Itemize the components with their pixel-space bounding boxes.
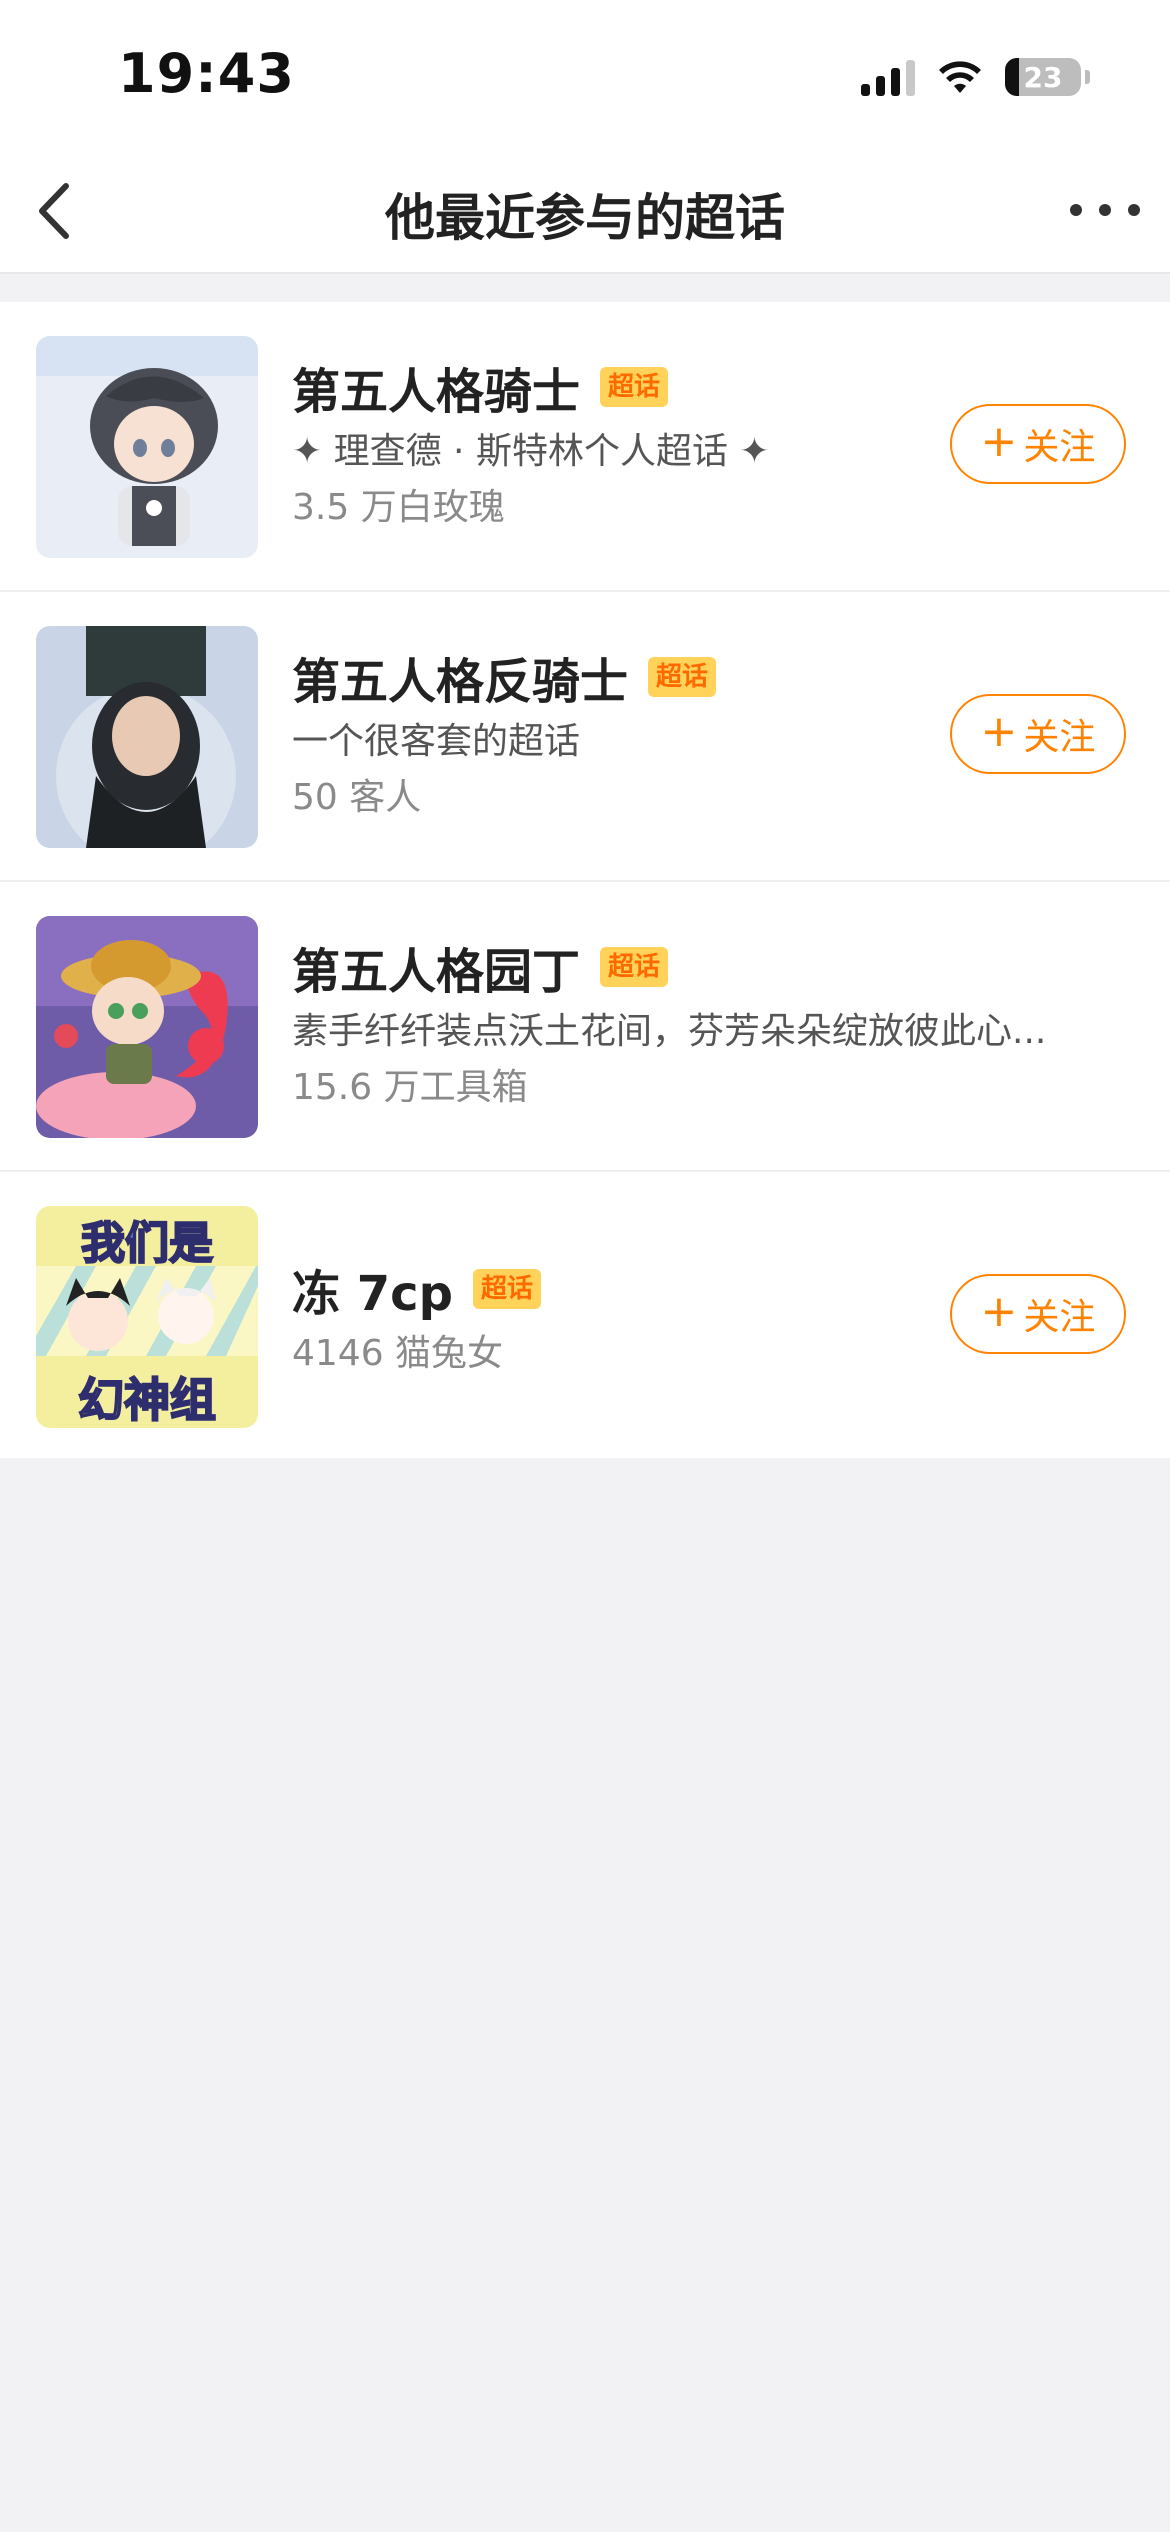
- battery-level: 23: [1023, 60, 1063, 94]
- topic-stats: 15.6 万工具箱: [292, 1067, 528, 1108]
- follow-label: 关注: [1023, 427, 1096, 468]
- plus-icon: +: [980, 416, 1018, 467]
- topic-row[interactable]: 第五人格骑士 超话 ✦ 理查德 · 斯特林个人超话 ✦ 3.5 万白玫瑰 + 关…: [0, 302, 1170, 592]
- topic-thumbnail: 我们是 幻神组: [36, 1206, 258, 1428]
- topic-stats: 50 客人: [292, 777, 422, 818]
- status-icons: 23: [861, 52, 1090, 102]
- topic-info: 第五人格反骑士 超话 一个很客套的超话 50 客人: [292, 644, 950, 824]
- more-icon: [1070, 204, 1082, 216]
- super-topic-badge: 超话: [648, 657, 717, 697]
- topic-title: 冻 7cp: [292, 1266, 453, 1322]
- topic-description: ✦ 理查德 · 斯特林个人超话 ✦: [292, 431, 770, 472]
- topic-description: 一个很客套的超话: [292, 721, 581, 762]
- super-topic-badge: 超话: [472, 1269, 541, 1309]
- topic-info: 第五人格骑士 超话 ✦ 理查德 · 斯特林个人超话 ✦ 3.5 万白玫瑰: [292, 354, 950, 534]
- super-topic-badge: 超话: [600, 367, 669, 407]
- topic-thumbnail: [36, 336, 258, 558]
- topic-info: 第五人格园丁 超话 素手纤纤装点沃土花间，芬芳朵朵绽放彼此心... 15.6 万…: [292, 934, 1110, 1114]
- cellular-signal-icon: [861, 58, 915, 96]
- topic-description: 素手纤纤装点沃土花间，芬芳朵朵绽放彼此心...: [292, 1011, 1047, 1052]
- more-button[interactable]: [1070, 190, 1140, 230]
- topic-row[interactable]: 第五人格反骑士 超话 一个很客套的超话 50 客人 + 关注: [0, 592, 1170, 882]
- topic-info: 冻 7cp 超话 4146 猫兔女: [292, 1256, 950, 1380]
- plus-icon: +: [980, 706, 1018, 757]
- topic-title: 第五人格反骑士: [292, 654, 629, 710]
- page: 19:43 23 他最近参与的超话 第五人格骑士 超话 ✦ 理查德 · 斯特林个…: [0, 0, 1170, 2532]
- plus-icon: +: [980, 1286, 1018, 1337]
- topic-stats: 4146 猫兔女: [292, 1333, 504, 1374]
- follow-label: 关注: [1023, 1297, 1096, 1338]
- page-title: 他最近参与的超话: [385, 189, 785, 247]
- follow-label: 关注: [1023, 717, 1096, 758]
- thumbnail-art-text-top: 我们是: [81, 1218, 213, 1269]
- topic-row[interactable]: 我们是 幻神组 冻 7cp 超话 4146 猫兔女 + 关注: [0, 1172, 1170, 1458]
- nav-bar: 他最近参与的超话: [0, 150, 1170, 274]
- super-topic-badge: 超话: [600, 947, 669, 987]
- topic-row[interactable]: 第五人格园丁 超话 素手纤纤装点沃土花间，芬芳朵朵绽放彼此心... 15.6 万…: [0, 882, 1170, 1172]
- topic-thumbnail: [36, 916, 258, 1138]
- topic-title: 第五人格骑士: [292, 364, 581, 420]
- wifi-icon: [939, 61, 981, 93]
- status-bar: 19:43 23: [0, 0, 1170, 150]
- thumbnail-art-text-bottom: 幻神组: [78, 1373, 216, 1427]
- status-time: 19:43: [118, 42, 295, 105]
- topic-stats: 3.5 万白玫瑰: [292, 487, 505, 528]
- battery-icon: 23: [1005, 58, 1081, 96]
- follow-button[interactable]: + 关注: [950, 1274, 1126, 1354]
- topic-thumbnail: [36, 626, 258, 848]
- topic-list: 第五人格骑士 超话 ✦ 理查德 · 斯特林个人超话 ✦ 3.5 万白玫瑰 + 关…: [0, 302, 1170, 1458]
- follow-button[interactable]: + 关注: [950, 694, 1126, 774]
- follow-button[interactable]: + 关注: [950, 404, 1126, 484]
- topic-title: 第五人格园丁: [292, 944, 581, 1000]
